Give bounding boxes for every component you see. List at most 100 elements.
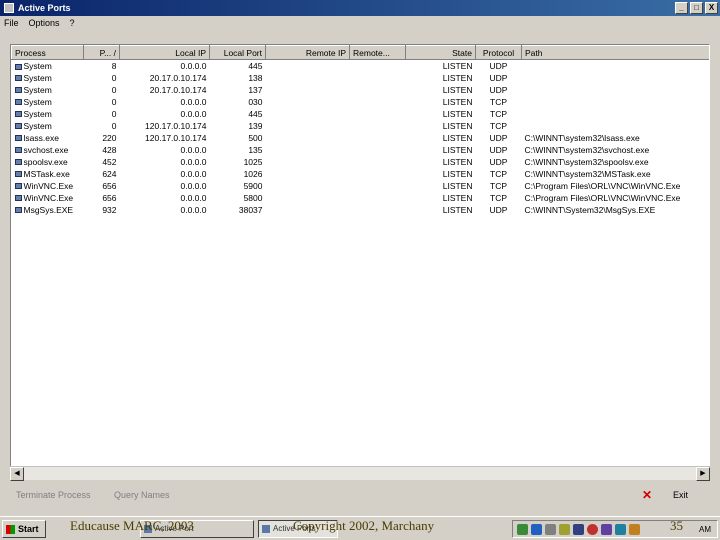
tray-app-icon[interactable] xyxy=(573,523,584,535)
cell-remote-ip xyxy=(266,144,350,156)
cell-path: C:\Program Files\ORL\VNC\WinVNC.Exe xyxy=(524,180,681,191)
cell-protocol: UDP xyxy=(489,156,508,167)
query-names-button[interactable]: Query Names xyxy=(114,490,170,500)
start-button[interactable]: Start xyxy=(2,520,46,538)
maximize-button[interactable]: □ xyxy=(690,2,703,14)
table-row[interactable]: lsass.exe 220 120.17.0.10.174 500 LISTEN UDP C… xyxy=(12,132,710,144)
cell-local-ip: 0.0.0.0 xyxy=(180,144,207,155)
network-icon[interactable] xyxy=(517,523,528,535)
scroll-right-icon[interactable]: ▶ xyxy=(696,467,710,481)
cell-state: LISTEN xyxy=(442,84,473,95)
cell-local-port: 500 xyxy=(248,132,263,143)
cell-process: WinVNC.Exe xyxy=(23,192,74,203)
table-row[interactable]: System 0 20.17.0.10.174 137 LISTEN UDP xyxy=(12,84,710,96)
table-row[interactable]: WinVNC.Exe 656 0.0.0.0 5900 LISTEN TCP C:\Prog… xyxy=(12,180,710,192)
cell-protocol: UDP xyxy=(489,132,508,143)
cell-remote-ip xyxy=(266,168,350,180)
cell-protocol: UDP xyxy=(489,60,508,71)
exit-icon[interactable]: ✕ xyxy=(642,488,652,502)
app-icon xyxy=(262,525,270,533)
cell-path xyxy=(522,72,710,84)
scroll-left-icon[interactable]: ◀ xyxy=(10,467,24,481)
column-header-path[interactable]: Path xyxy=(521,45,709,60)
slide-footer-left: Educause MARC, 2003 xyxy=(70,518,194,533)
cell-process: System xyxy=(23,120,52,131)
menubar: File Options ? xyxy=(0,16,720,30)
cell-path xyxy=(522,84,710,96)
cell-remote-port xyxy=(350,108,406,120)
cell-pid: 624 xyxy=(102,168,117,179)
column-header-local-ip[interactable]: Local IP xyxy=(119,45,210,60)
cell-remote-port xyxy=(350,204,406,216)
cell-local-ip: 120.17.0.10.174 xyxy=(145,132,207,143)
action-bar: Terminate Process Query Names ✕ Exit xyxy=(0,488,720,504)
table-row[interactable]: System 8 0.0.0.0 445 LISTEN UDP xyxy=(12,60,710,72)
tray-app-icon[interactable] xyxy=(559,523,570,535)
tray-app-icon[interactable] xyxy=(615,523,626,535)
tray-app-icon[interactable] xyxy=(601,523,612,535)
table-row[interactable]: MSTask.exe 624 0.0.0.0 1026 LISTEN TCP C:\WINN… xyxy=(12,168,710,180)
cell-path: C:\WINNT\system32\lsass.exe xyxy=(524,132,640,143)
volume-icon[interactable] xyxy=(629,523,640,535)
window-titlebar[interactable]: Active Ports _ □ X xyxy=(0,0,720,16)
tray-app-icon[interactable] xyxy=(531,523,542,535)
cell-path: C:\WINNT\system32\MSTask.exe xyxy=(524,168,651,179)
cell-process: lsass.exe xyxy=(23,132,59,143)
tray-app-icon[interactable] xyxy=(587,523,598,535)
cell-remote-ip xyxy=(266,60,350,72)
exit-button[interactable]: Exit xyxy=(673,490,688,500)
cell-local-port: 1025 xyxy=(243,156,263,167)
table-row[interactable]: MsgSys.EXE 932 0.0.0.0 38037 LISTEN UDP C:\WIN… xyxy=(12,204,710,216)
process-icon xyxy=(14,63,22,70)
ports-list[interactable]: Process P... / Local IP Local Port Remot… xyxy=(10,44,710,480)
horizontal-scrollbar[interactable]: ◀ ▶ xyxy=(10,466,710,481)
table-row[interactable]: System 0 20.17.0.10.174 138 LISTEN UDP xyxy=(12,72,710,84)
cell-state: LISTEN xyxy=(442,120,473,131)
cell-protocol: TCP xyxy=(490,120,507,131)
cell-remote-ip xyxy=(266,120,350,132)
cell-remote-port xyxy=(350,120,406,132)
cell-remote-ip xyxy=(266,72,350,84)
column-header-remote-ip[interactable]: Remote IP xyxy=(265,45,350,60)
terminate-process-button[interactable]: Terminate Process xyxy=(16,490,91,500)
process-icon xyxy=(14,111,22,118)
cell-pid: 428 xyxy=(102,144,117,155)
column-header-local-port[interactable]: Local Port xyxy=(209,45,266,60)
cell-protocol: UDP xyxy=(489,72,508,83)
menu-help[interactable]: ? xyxy=(70,18,75,28)
cell-state: LISTEN xyxy=(442,96,473,107)
table-row[interactable]: System 0 0.0.0.0 030 LISTEN TCP xyxy=(12,96,710,108)
process-icon xyxy=(14,123,22,130)
table-row[interactable]: System 0 120.17.0.10.174 139 LISTEN TCP xyxy=(12,120,710,132)
cell-protocol: UDP xyxy=(489,84,508,95)
menu-options[interactable]: Options xyxy=(29,18,60,28)
cell-protocol: TCP xyxy=(490,96,507,107)
column-header-protocol[interactable]: Protocol xyxy=(475,45,522,60)
table-body: System 8 0.0.0.0 445 LISTEN UDP System 0 20.17.… xyxy=(12,60,710,216)
tray-app-icon[interactable] xyxy=(545,523,556,535)
cell-local-port: 137 xyxy=(248,84,263,95)
table-row[interactable]: svchost.exe 428 0.0.0.0 135 LISTEN UDP C:\WINN… xyxy=(12,144,710,156)
column-header-state[interactable]: State xyxy=(405,45,476,60)
column-header-process[interactable]: Process xyxy=(11,45,84,60)
cell-protocol: TCP xyxy=(490,192,507,203)
cell-pid: 0 xyxy=(111,84,117,95)
windows-logo-icon xyxy=(6,524,15,534)
close-button[interactable]: X xyxy=(705,2,718,14)
cell-local-ip: 0.0.0.0 xyxy=(180,60,207,71)
menu-file[interactable]: File xyxy=(4,18,19,28)
table-row[interactable]: spoolsv.exe 452 0.0.0.0 1025 LISTEN UDP C:\WIN… xyxy=(12,156,710,168)
cell-protocol: UDP xyxy=(489,144,508,155)
column-header-remote-port[interactable]: Remote... xyxy=(349,45,406,60)
column-header-pid[interactable]: P... / xyxy=(83,45,120,60)
cell-remote-port xyxy=(350,60,406,72)
cell-remote-ip xyxy=(266,192,350,204)
cell-process: WinVNC.Exe xyxy=(23,180,74,191)
cell-pid: 220 xyxy=(102,132,117,143)
cell-local-ip: 20.17.0.10.174 xyxy=(149,72,207,83)
table-row[interactable]: System 0 0.0.0.0 445 LISTEN TCP xyxy=(12,108,710,120)
table-row[interactable]: WinVNC.Exe 656 0.0.0.0 5800 LISTEN TCP C:\Prog… xyxy=(12,192,710,204)
process-icon xyxy=(14,135,22,142)
minimize-button[interactable]: _ xyxy=(675,2,688,14)
cell-remote-ip xyxy=(266,132,350,144)
